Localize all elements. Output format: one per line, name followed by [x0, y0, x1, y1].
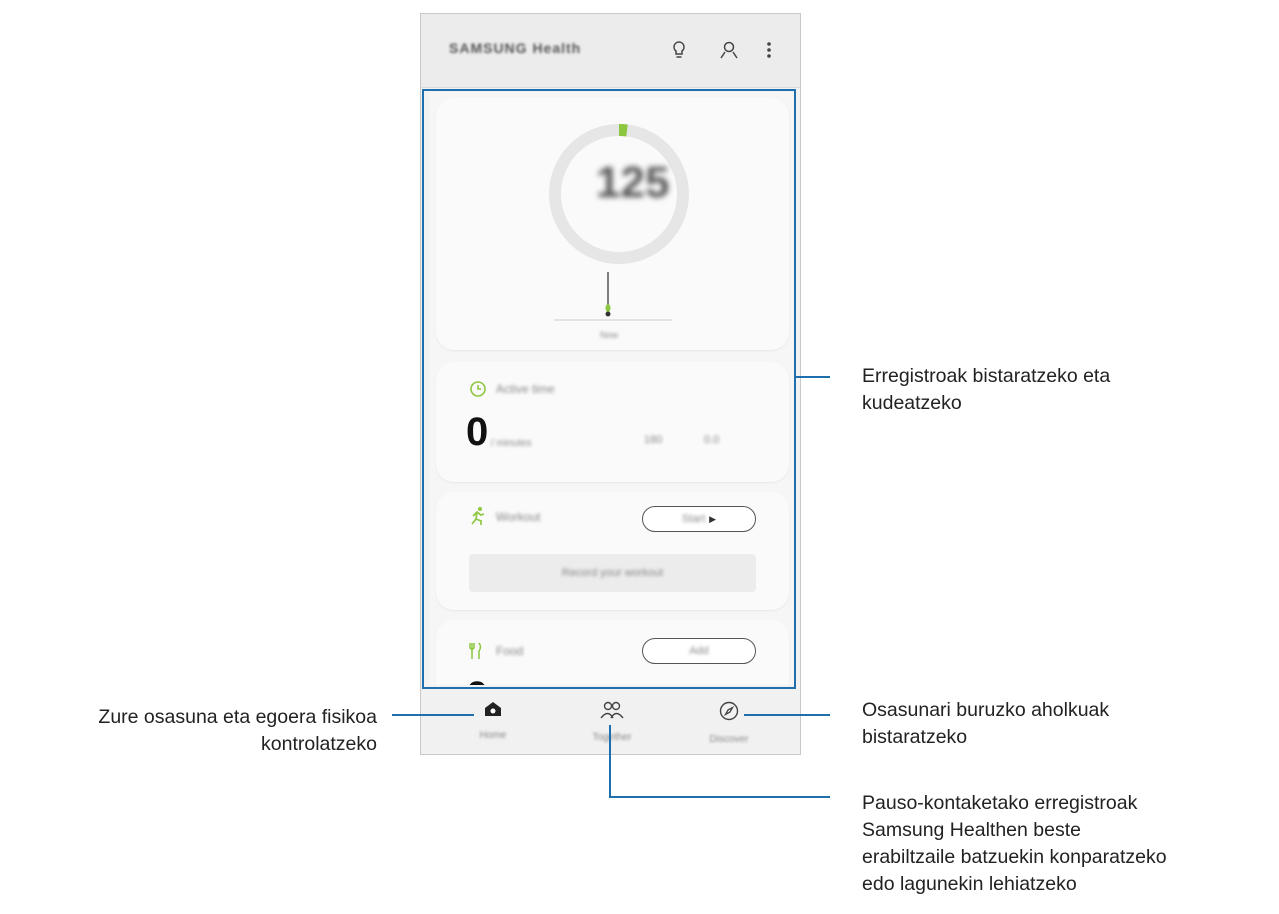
people-icon — [600, 701, 624, 719]
callout-compare-line: edo lagunekin lehiatzeko — [862, 873, 1077, 895]
play-icon: ▶ — [709, 513, 717, 524]
active-time-value: 0 — [466, 410, 489, 454]
callout-line-tips — [744, 714, 830, 716]
active-time-unit: / minutes — [491, 438, 532, 449]
callout-line-records — [796, 376, 830, 378]
food-card[interactable]: Food Add 0 — [436, 620, 789, 685]
active-time-title: Active time — [496, 382, 555, 396]
record-workout-button[interactable]: Record your workout — [469, 554, 756, 592]
step-axis-label: Now — [600, 330, 619, 340]
app-header: SAMSUNG Health — [421, 14, 800, 88]
running-icon — [469, 506, 487, 531]
start-button[interactable]: Start ▶ — [642, 506, 756, 532]
callout-health: Zure osasuna eta egoera fisikoa kontrola… — [0, 704, 377, 758]
nav-together-label: Together — [592, 732, 632, 743]
callout-records-line: kudeatzeko — [862, 392, 962, 414]
nav-home-label: Home — [479, 730, 507, 741]
add-food-button[interactable]: Add — [642, 638, 756, 664]
nav-together[interactable]: Together — [562, 701, 662, 743]
phone-screen: SAMSUNG Health 125 Now Active time 0 / m… — [420, 13, 801, 755]
callout-line-health — [392, 714, 474, 716]
step-count: 125 — [596, 158, 670, 207]
nav-home[interactable]: Home — [443, 701, 543, 741]
active-time-stat: 180 — [644, 434, 663, 446]
active-time-card[interactable]: Active time 0 / minutes 180 0.0 — [436, 362, 789, 482]
nav-discover-label: Discover — [709, 734, 749, 745]
callout-records-line: Erregistroak bistaratzeko eta — [862, 365, 1111, 387]
callout-tips: Osasunari buruzko aholkuak bistaratzeko — [862, 697, 1109, 751]
app-title: SAMSUNG Health — [449, 40, 582, 56]
record-workout-label: Record your workout — [561, 567, 664, 579]
callout-line-compare-v — [609, 725, 611, 797]
nav-discover[interactable]: Discover — [679, 701, 779, 745]
active-time-stat: 0.0 — [704, 434, 720, 446]
callout-line-compare-h — [609, 796, 830, 798]
add-food-label: Add — [689, 645, 709, 657]
food-title: Food — [496, 644, 524, 658]
compass-icon — [719, 701, 739, 721]
callout-records: Erregistroak bistaratzeko eta kudeatzeko — [862, 363, 1110, 417]
dashboard-content[interactable]: 125 Now Active time 0 / minutes 180 0.0 … — [430, 92, 796, 685]
start-button-label: Start — [681, 513, 706, 525]
fork-knife-icon — [469, 642, 483, 665]
callout-tips-line: Osasunari buruzko aholkuak — [862, 699, 1110, 721]
callout-compare-line: erabiltzaile batzuekin konparatzeko — [862, 846, 1167, 868]
callout-tips-line: bistaratzeko — [862, 726, 968, 748]
callout-compare: Pauso-kontaketako erregistroak Samsung H… — [862, 790, 1167, 898]
exercise-card[interactable]: Workout Start ▶ Record your workout — [436, 492, 789, 610]
profile-icon[interactable] — [715, 36, 743, 64]
clock-icon — [469, 380, 487, 403]
more-options-icon[interactable] — [755, 36, 783, 64]
callout-health-line: Zure osasuna eta egoera fisikoa — [98, 706, 377, 728]
bulb-icon[interactable] — [665, 36, 693, 64]
callout-compare-line: Samsung Healthen beste — [862, 819, 1081, 841]
callout-compare-line: Pauso-kontaketako erregistroak — [862, 792, 1138, 814]
callout-health-line: kontrolatzeko — [261, 733, 377, 755]
steps-card[interactable]: 125 Now — [436, 98, 789, 350]
exercise-title: Workout — [496, 510, 541, 524]
food-value: 0 — [466, 674, 488, 685]
home-icon — [485, 702, 501, 716]
